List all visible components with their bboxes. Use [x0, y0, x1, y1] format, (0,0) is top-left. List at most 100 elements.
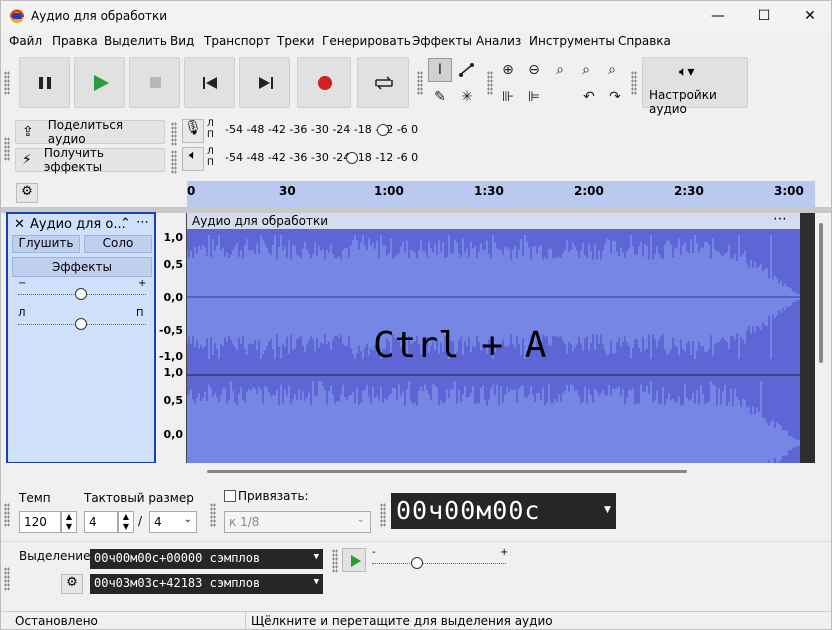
menu-generate[interactable]: Генерировать [322, 34, 411, 48]
audio-settings-label: Настройки аудио [649, 88, 717, 116]
track-effects-button[interactable]: Эффекты [12, 257, 152, 277]
selection-tool-icon[interactable]: I [428, 58, 452, 82]
play-meter-slider[interactable] [346, 152, 358, 164]
trim-icon[interactable]: ⊪ [496, 85, 520, 109]
toolbar-grip[interactable] [4, 567, 10, 591]
speed-slider-thumb[interactable] [411, 557, 423, 569]
menu-help[interactable]: Справка [618, 34, 671, 48]
menu-analyze[interactable]: Анализ [476, 34, 521, 48]
undo-icon[interactable]: ↶ [577, 85, 601, 109]
selection-end-display[interactable]: 00ч03м03с+42183 сэмплов ▼ [90, 574, 323, 594]
menu-tracks[interactable]: Треки [277, 34, 314, 48]
track-control-panel[interactable]: ✕ Аудио для о... ⌃ ⋯ Глушить Соло Эффект… [6, 212, 156, 464]
gain-slider-thumb[interactable] [75, 288, 87, 300]
ruler-tick: 3:00 [774, 184, 804, 198]
time-format-dropdown-icon[interactable]: ▼ [604, 505, 611, 515]
play-meter[interactable]: Л П -54 -48 -42 -36 -30 -24 -18 -12 -6 0 [207, 147, 437, 169]
toolbar-grip[interactable] [171, 122, 177, 146]
menu-edit[interactable]: Правка [52, 34, 98, 48]
menu-view[interactable]: Вид [170, 34, 194, 48]
gear-icon[interactable]: ⚙ [16, 183, 38, 203]
amplitude-scale[interactable]: 1,0 0,5 0,0 -0,5 -1,0 1,0 0,5 0,0 [156, 213, 187, 463]
solo-button[interactable]: Соло [84, 235, 152, 253]
menu-file[interactable]: Файл [9, 34, 42, 48]
numerator-stepper[interactable]: ▲ ▼ [118, 511, 134, 533]
horizontal-scroll-thumb[interactable] [207, 470, 687, 473]
fit-selection-icon[interactable]: ⌕ [548, 58, 572, 82]
get-effects-button[interactable]: ⚡︎ Получить эффекты [15, 146, 165, 174]
record-meter[interactable]: Л П -54 -48 -42 -36 -30 -24 -18 -12 -6 0 [207, 119, 437, 141]
record-button[interactable] [297, 57, 351, 108]
tempo-input[interactable]: 120 [19, 511, 61, 533]
time-display[interactable]: 00ч00м00с [391, 493, 616, 529]
pause-button[interactable] [19, 57, 70, 108]
track-close-icon[interactable]: ✕ [14, 217, 25, 232]
time-display-value: 00ч00м00с [396, 496, 541, 525]
play-at-speed-button[interactable] [342, 548, 366, 572]
horizontal-scrollbar[interactable] [1, 463, 831, 479]
track-name[interactable]: Аудио для о... [30, 217, 126, 232]
maximize-button[interactable]: ☐ [741, 1, 787, 31]
collapse-icon[interactable]: ⌃ [120, 216, 131, 231]
selection-start-display[interactable]: 00ч00м00с+00000 сэмплов ▼ [90, 549, 323, 569]
vertical-scrollbar[interactable] [815, 213, 828, 463]
dropdown-icon[interactable]: ▼ [314, 552, 319, 562]
draw-tool-icon[interactable]: ✎ [428, 85, 452, 109]
toolbar-grip[interactable] [4, 71, 10, 95]
skip-end-button[interactable] [239, 57, 290, 108]
toolbar-grip[interactable] [4, 503, 10, 527]
speaker-meter-icon[interactable]: 🔈︎ [182, 147, 204, 171]
play-icon [94, 75, 109, 91]
snap-checkbox[interactable] [224, 490, 236, 502]
menu-transport[interactable]: Транспорт [204, 34, 271, 48]
play-button[interactable] [74, 57, 125, 108]
minimize-button[interactable]: — [695, 1, 741, 31]
toolbar-grip[interactable] [487, 71, 493, 95]
vertical-scroll-thumb[interactable] [819, 223, 823, 363]
microphone-icon[interactable]: 🎙︎ [182, 119, 204, 143]
zoom-in-icon[interactable]: ⊕ [496, 58, 520, 82]
menu-select[interactable]: Выделить [104, 34, 167, 48]
toolbar-grip[interactable] [4, 137, 10, 161]
toolbar-grip[interactable] [332, 549, 338, 573]
toolbar-grip[interactable] [417, 71, 423, 95]
silence-icon[interactable]: ⊫ [522, 85, 546, 109]
dropdown-icon[interactable]: ▼ [314, 577, 319, 587]
record-meter-slider[interactable] [377, 124, 389, 136]
gear-icon[interactable]: ⚙ [61, 574, 83, 594]
scale-label: 0,5 [163, 394, 184, 407]
pan-slider-thumb[interactable] [75, 318, 87, 330]
time-signature-denominator[interactable]: 4 ⌄ [149, 511, 197, 533]
toolbar-grip[interactable] [171, 150, 177, 174]
speed-slider-track[interactable] [372, 563, 506, 564]
snap-select[interactable]: к 1/8 ⌄ [224, 511, 371, 533]
skip-start-button[interactable] [184, 57, 235, 108]
time-signature-numerator[interactable]: 4 [84, 511, 118, 533]
loop-button[interactable] [357, 57, 409, 108]
clip-title[interactable]: Аудио для обработки [192, 214, 328, 228]
stop-icon [150, 77, 161, 88]
toolbar-grip[interactable] [210, 503, 216, 527]
audio-settings-button[interactable]: 🔈︎▾ Настройки аудио [642, 57, 748, 116]
share-audio-button[interactable]: ⇪ Поделиться аудио [15, 118, 165, 146]
toolbar-grip[interactable] [631, 71, 637, 95]
menu-effects[interactable]: Эффекты [412, 34, 472, 48]
pause-icon [39, 77, 51, 89]
track-menu-icon[interactable]: ⋯ [136, 215, 149, 230]
close-button[interactable]: ✕ [787, 1, 831, 31]
timeline-ruler[interactable]: 0 30 1:00 1:30 2:00 2:30 3:00 [187, 181, 815, 207]
ruler-tick: 0 [187, 184, 196, 198]
multi-tool-icon[interactable]: ✳ [455, 85, 479, 109]
clip-menu-icon[interactable]: ⋯ [773, 213, 787, 227]
mute-button[interactable]: Глушить [12, 235, 80, 253]
zoom-out-icon[interactable]: ⊖ [522, 58, 546, 82]
zoom-toggle-icon[interactable]: ⌕ [600, 58, 624, 82]
fit-project-icon[interactable]: ⌕ [574, 58, 598, 82]
toolbar-grip[interactable] [380, 503, 386, 527]
tempo-stepper[interactable]: ▲ ▼ [61, 511, 77, 533]
redo-icon[interactable]: ↷ [603, 85, 627, 109]
menu-tools[interactable]: Инструменты [529, 34, 615, 48]
envelope-tool-icon[interactable] [455, 58, 479, 82]
waveform-channel-1 [187, 381, 800, 463]
stop-button[interactable] [129, 57, 180, 108]
